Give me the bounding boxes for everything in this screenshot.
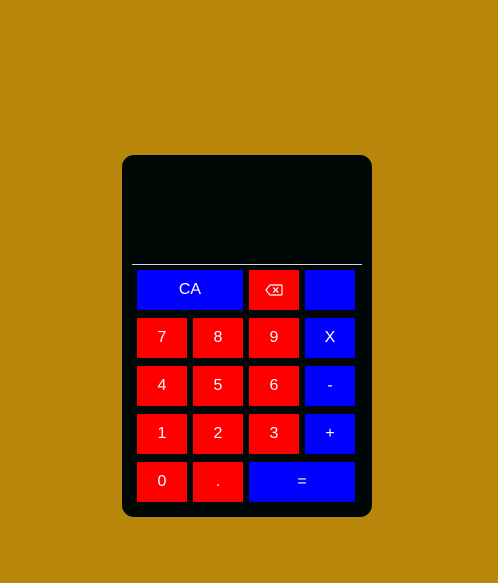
clear-all-button[interactable]: CA xyxy=(137,270,243,310)
digit-1-button[interactable]: 1 xyxy=(137,414,187,454)
multiply-button[interactable]: X xyxy=(305,318,355,358)
backspace-icon xyxy=(265,284,283,296)
minus-button[interactable]: - xyxy=(305,366,355,406)
digit-3-button[interactable]: 3 xyxy=(249,414,299,454)
digit-7-button[interactable]: 7 xyxy=(137,318,187,358)
digit-0-button[interactable]: 0 xyxy=(137,462,187,502)
display-screen xyxy=(132,155,362,263)
display-divider xyxy=(132,264,362,265)
digit-6-button[interactable]: 6 xyxy=(249,366,299,406)
digit-8-button[interactable]: 8 xyxy=(193,318,243,358)
calculator: CA 7 8 9 X 4 5 6 - 1 2 3 + 0 . = xyxy=(122,155,372,517)
digit-5-button[interactable]: 5 xyxy=(193,366,243,406)
decimal-button[interactable]: . xyxy=(193,462,243,502)
divide-button[interactable] xyxy=(305,270,355,310)
equals-button[interactable]: = xyxy=(249,462,355,502)
plus-button[interactable]: + xyxy=(305,414,355,454)
backspace-button[interactable] xyxy=(249,270,299,310)
digit-9-button[interactable]: 9 xyxy=(249,318,299,358)
digit-4-button[interactable]: 4 xyxy=(137,366,187,406)
digit-2-button[interactable]: 2 xyxy=(193,414,243,454)
